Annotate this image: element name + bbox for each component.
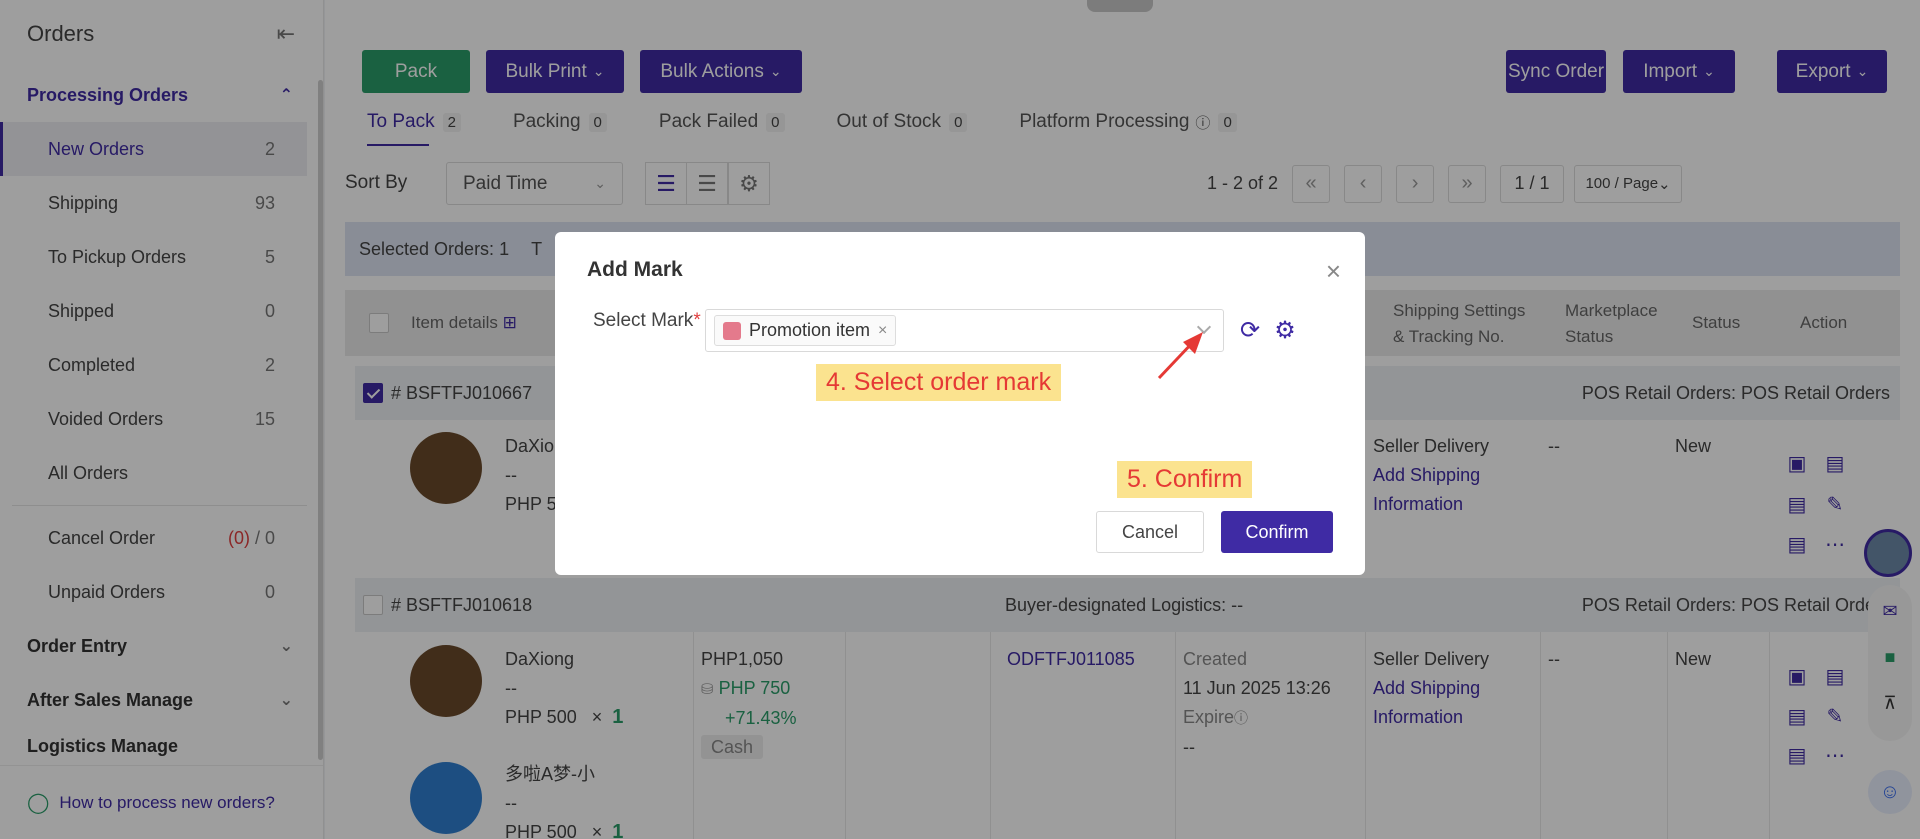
annotation-arrow bbox=[1157, 332, 1203, 380]
dialog-title: Add Mark bbox=[587, 258, 683, 281]
cancel-button[interactable]: Cancel bbox=[1096, 511, 1204, 553]
select-mark-input[interactable]: Promotion item × bbox=[705, 309, 1224, 352]
select-mark-label: Select Mark* bbox=[593, 310, 701, 331]
refresh-icon[interactable]: ⟳ bbox=[1236, 316, 1264, 344]
mark-color-swatch bbox=[723, 321, 741, 340]
add-mark-dialog: Add Mark × Select Mark* Promotion item ×… bbox=[555, 232, 1365, 575]
step-5-annotation: 5. Confirm bbox=[1117, 461, 1253, 498]
settings-gear-icon[interactable]: ⚙ bbox=[1271, 316, 1299, 344]
confirm-button[interactable]: Confirm bbox=[1221, 511, 1333, 553]
modal-overlay[interactable]: Add Mark × Select Mark* Promotion item ×… bbox=[0, 0, 1920, 839]
remove-tag-icon[interactable]: × bbox=[878, 322, 887, 340]
selected-mark-tag: Promotion item × bbox=[714, 315, 897, 346]
step-4-annotation: 4. Select order mark bbox=[816, 364, 1062, 401]
close-icon[interactable]: × bbox=[1326, 256, 1341, 287]
